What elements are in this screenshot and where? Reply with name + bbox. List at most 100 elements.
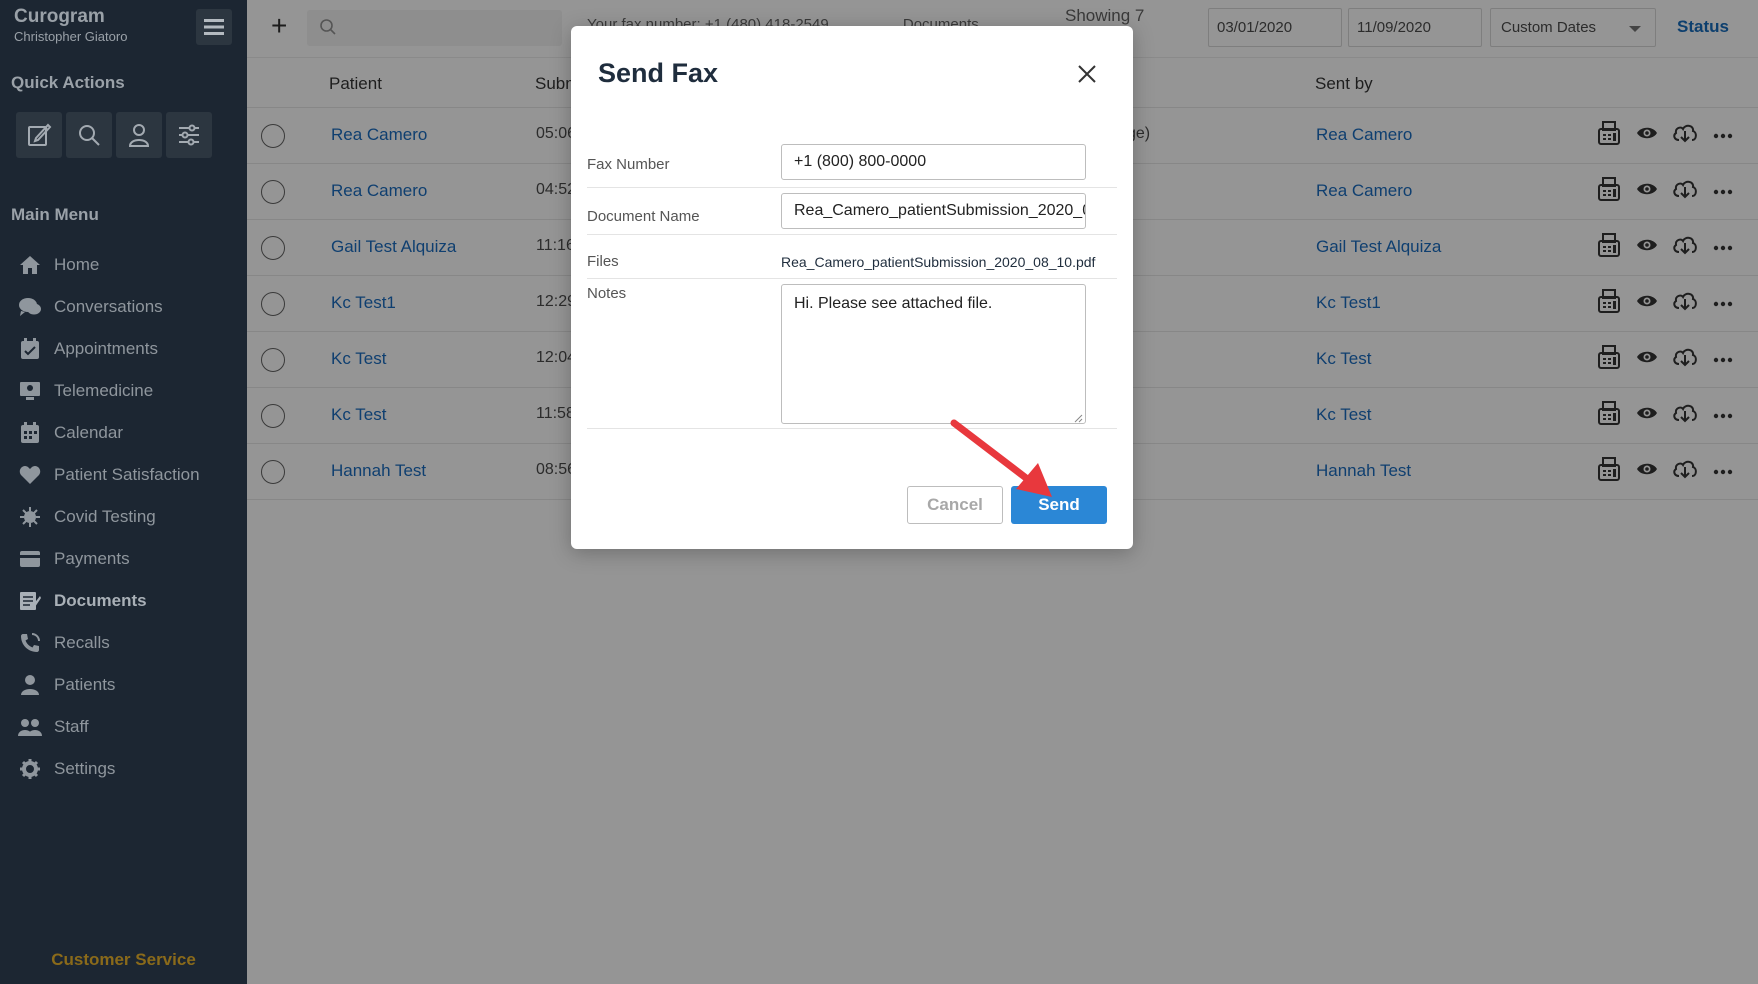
eye-icon [1636, 238, 1658, 257]
status-filter[interactable]: Status [1677, 17, 1729, 37]
more-action-button[interactable] [1710, 290, 1736, 316]
download-action-button[interactable] [1672, 178, 1698, 204]
sidebar-item-telemedicine[interactable]: Telemedicine [0, 370, 247, 412]
fax-action-button[interactable] [1596, 344, 1622, 372]
document-name-input[interactable]: Rea_Camero_patientSubmission_2020_08_10 [781, 193, 1086, 229]
more-action-button[interactable] [1710, 234, 1736, 260]
fax-number-input[interactable]: +1 (800) 800-0000 [781, 144, 1086, 180]
patient-link[interactable]: Kc Test [331, 405, 386, 425]
sent-by-link[interactable]: Kc Test [1316, 349, 1371, 369]
fax-action-button[interactable] [1596, 400, 1622, 428]
view-action-button[interactable] [1634, 122, 1660, 148]
patient-link[interactable]: Kc Test1 [331, 293, 396, 313]
more-action-button[interactable] [1710, 402, 1736, 428]
download-action-button[interactable] [1672, 290, 1698, 316]
quick-action-user[interactable] [116, 112, 162, 158]
view-action-button[interactable] [1634, 346, 1660, 372]
more-action-button[interactable] [1710, 178, 1736, 204]
fax-icon [1598, 456, 1620, 486]
sidebar-item-staff[interactable]: Staff [0, 706, 247, 748]
patient-link[interactable]: Kc Test [331, 349, 386, 369]
send-button[interactable]: Send [1011, 486, 1107, 524]
download-action-button[interactable] [1672, 234, 1698, 260]
fax-action-button[interactable] [1596, 120, 1622, 148]
download-action-button[interactable] [1672, 122, 1698, 148]
sidebar-item-covid-testing[interactable]: Covid Testing [0, 496, 247, 538]
download-action-button[interactable] [1672, 458, 1698, 484]
row-select-radio[interactable] [261, 180, 285, 204]
sent-by-link[interactable]: Kc Test [1316, 405, 1371, 425]
view-action-button[interactable] [1634, 234, 1660, 260]
gear-icon [18, 757, 42, 781]
sent-by-link[interactable]: Kc Test1 [1316, 293, 1381, 313]
view-action-button[interactable] [1634, 458, 1660, 484]
fax-action-button[interactable] [1596, 456, 1622, 486]
sidebar-item-documents[interactable]: Documents [0, 580, 247, 622]
notes-label: Notes [587, 285, 627, 302]
quick-action-compose[interactable] [16, 112, 62, 158]
row-actions [1596, 120, 1736, 148]
add-button[interactable]: + [271, 10, 287, 42]
quick-action-filters[interactable] [166, 112, 212, 158]
fax-action-button[interactable] [1596, 176, 1622, 204]
row-select-radio[interactable] [261, 236, 285, 260]
sidebar-item-patient-satisfaction[interactable]: Patient Satisfaction [0, 454, 247, 496]
sidebar-item-home[interactable]: Home [0, 244, 247, 286]
view-action-button[interactable] [1634, 290, 1660, 316]
cloud-download-icon [1672, 123, 1698, 148]
patient-link[interactable]: Gail Test Alquiza [331, 237, 456, 257]
fax-action-button[interactable] [1596, 288, 1622, 316]
resize-grip-icon[interactable] [1073, 413, 1083, 423]
hamburger-menu-button[interactable] [196, 9, 232, 45]
sent-by-link[interactable]: Hannah Test [1316, 461, 1411, 481]
view-action-button[interactable] [1634, 402, 1660, 428]
sidebar: Curogram Christopher Giatoro Quick Actio… [0, 0, 247, 984]
close-button[interactable] [1073, 60, 1101, 88]
fax-action-button[interactable] [1596, 232, 1622, 260]
search-input[interactable] [307, 10, 562, 46]
date-to-input[interactable]: 11/09/2020 [1348, 8, 1482, 47]
more-action-button[interactable] [1710, 346, 1736, 372]
row-select-radio[interactable] [261, 404, 285, 428]
row-actions [1596, 176, 1736, 204]
patient-link[interactable]: Rea Camero [331, 125, 427, 145]
download-action-button[interactable] [1672, 402, 1698, 428]
quick-action-search[interactable] [66, 112, 112, 158]
fax-number-label: Fax Number [587, 156, 670, 173]
more-action-button[interactable] [1710, 122, 1736, 148]
customer-service-link[interactable]: Customer Service [0, 950, 247, 970]
more-icon [1713, 126, 1733, 144]
sidebar-item-calendar[interactable]: Calendar [0, 412, 247, 454]
sent-by-link[interactable]: Gail Test Alquiza [1316, 237, 1441, 257]
sidebar-item-settings[interactable]: Settings [0, 748, 247, 790]
sidebar-item-recalls[interactable]: Recalls [0, 622, 247, 664]
column-sent-by[interactable]: Sent by [1315, 74, 1373, 94]
patient-link[interactable]: Hannah Test [331, 461, 426, 481]
sent-by-link[interactable]: Rea Camero [1316, 181, 1412, 201]
column-patient[interactable]: Patient [329, 74, 382, 94]
cloud-download-icon [1672, 459, 1698, 484]
view-action-button[interactable] [1634, 178, 1660, 204]
sidebar-item-patients[interactable]: Patients [0, 664, 247, 706]
sent-by-link[interactable]: Rea Camero [1316, 125, 1412, 145]
row-select-radio[interactable] [261, 460, 285, 484]
more-icon [1713, 294, 1733, 312]
row-select-radio[interactable] [261, 292, 285, 316]
date-range-select[interactable]: Custom Dates [1490, 8, 1656, 47]
more-action-button[interactable] [1710, 458, 1736, 484]
eye-icon [1636, 350, 1658, 369]
cloud-download-icon [1672, 235, 1698, 260]
patient-link[interactable]: Rea Camero [331, 181, 427, 201]
sidebar-item-conversations[interactable]: Conversations [0, 286, 247, 328]
sidebar-item-payments[interactable]: Payments [0, 538, 247, 580]
sidebar-item-appointments[interactable]: Appointments [0, 328, 247, 370]
showing-count: Showing 7 [1065, 6, 1145, 25]
cancel-button[interactable]: Cancel [907, 486, 1003, 524]
date-from-input[interactable]: 03/01/2020 [1208, 8, 1342, 47]
notes-textarea[interactable]: Hi. Please see attached file. [781, 284, 1086, 424]
row-actions [1596, 400, 1736, 428]
download-action-button[interactable] [1672, 346, 1698, 372]
row-select-radio[interactable] [261, 124, 285, 148]
files-row: Files Rea_Camero_patientSubmission_2020_… [587, 235, 1117, 279]
row-select-radio[interactable] [261, 348, 285, 372]
